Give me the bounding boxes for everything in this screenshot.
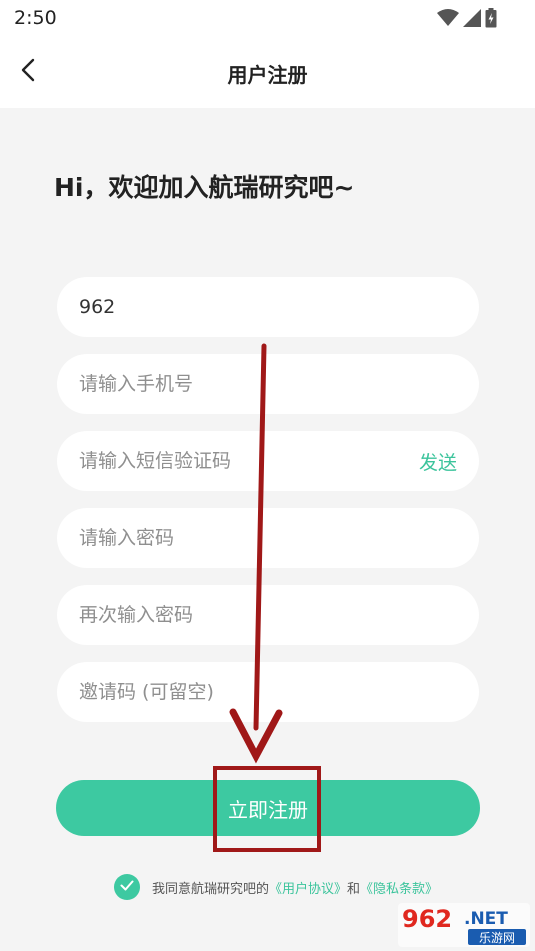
send-code-button[interactable]: 发送	[419, 448, 457, 475]
status-time: 2:50	[14, 7, 57, 29]
password-field[interactable]	[57, 508, 479, 568]
agreement-joiner: 和	[347, 881, 361, 897]
confirm-password-input[interactable]	[79, 604, 457, 626]
agreement-row: 我同意航瑞研究吧的 《用户协议》 和 《隐私条款》	[114, 874, 438, 900]
phone-field[interactable]	[57, 354, 479, 414]
invite-code-input[interactable]	[79, 681, 457, 703]
sms-code-input[interactable]	[79, 450, 419, 472]
confirm-password-field[interactable]	[57, 585, 479, 645]
watermark-brand: 962	[402, 905, 452, 933]
battery-icon	[485, 8, 497, 32]
watermark-suffix: .NET	[464, 909, 508, 929]
invite-code-field[interactable]	[57, 662, 479, 722]
password-input[interactable]	[79, 527, 457, 549]
annotation-highlight-box	[213, 766, 321, 852]
welcome-heading: Hi，欢迎加入航瑞研究吧~	[54, 173, 355, 202]
username-input[interactable]	[79, 296, 457, 318]
registration-screen: 2:50 用户注册 Hi，欢迎加入航瑞研究吧~ 962 请输入手机号 请输入短信…	[0, 0, 535, 951]
username-field[interactable]	[57, 277, 479, 337]
agreement-prefix: 我同意航瑞研究吧的	[152, 881, 270, 897]
privacy-policy-link[interactable]: 《隐私条款》	[360, 878, 438, 897]
watermark-caption: 乐游网	[479, 931, 515, 945]
sms-code-field[interactable]: 发送	[57, 431, 479, 491]
agree-checkbox[interactable]	[114, 874, 140, 900]
checkmark-icon	[120, 880, 134, 895]
phone-input[interactable]	[79, 373, 457, 395]
wifi-icon	[437, 9, 459, 31]
watermark-logo: 962 .NET 乐游网	[398, 903, 530, 947]
page-title: 用户注册	[227, 63, 308, 87]
status-icons	[437, 8, 497, 32]
cell-signal-icon	[463, 9, 481, 31]
top-bar: 2:50 用户注册	[0, 0, 535, 108]
user-agreement-link[interactable]: 《用户协议》	[269, 878, 347, 897]
